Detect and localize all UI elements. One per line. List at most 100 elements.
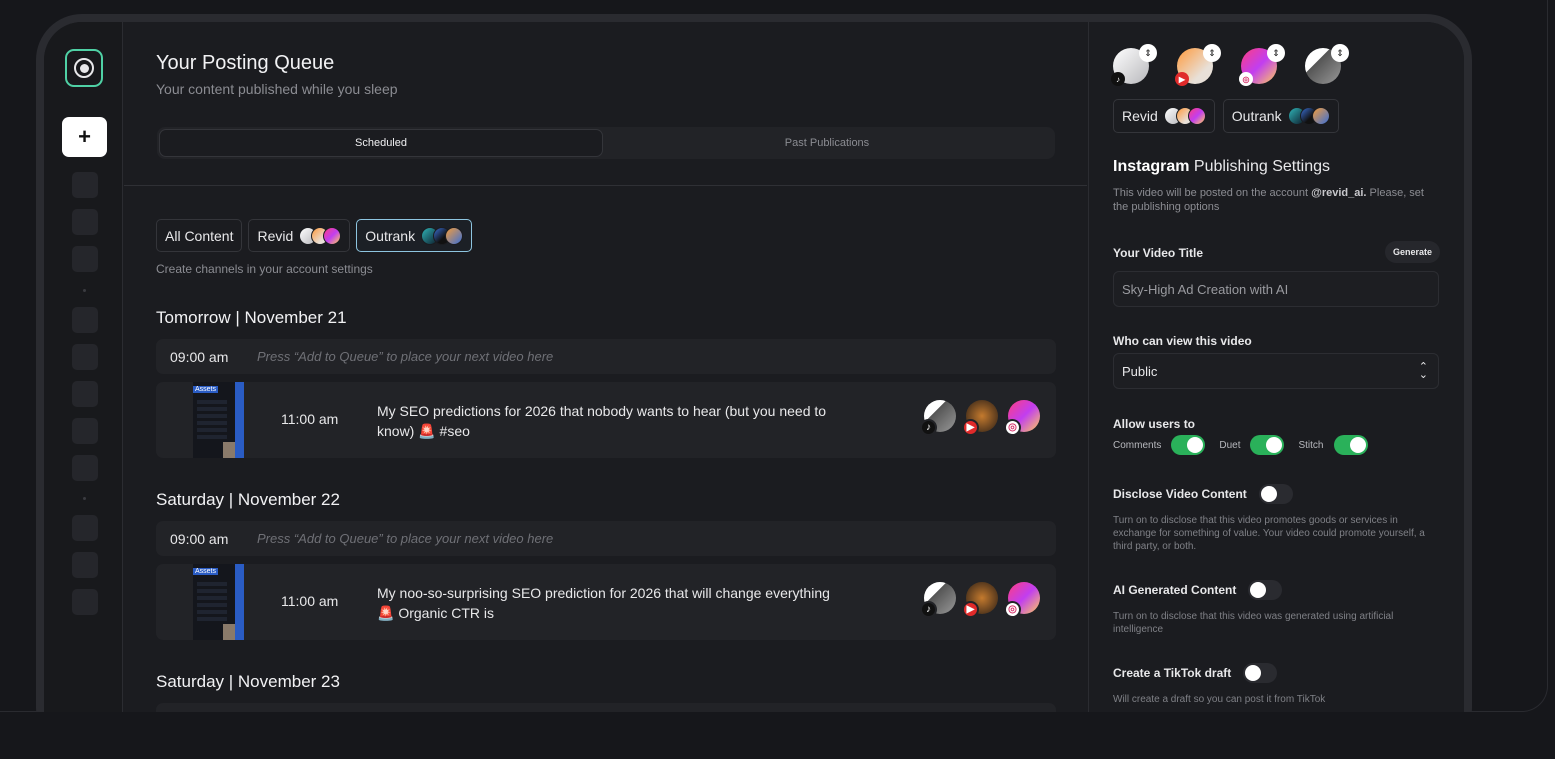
logo-icon[interactable]: [65, 49, 103, 87]
chevron-updown-icon: ⇕: [1139, 44, 1157, 62]
publishing-settings-panel: ⇕ ♪ ⇕ ▶ ⇕ ◎ ⇕ Revid Outrank Instagram Publi…: [1088, 22, 1464, 712]
account-youtube[interactable]: ⇕ ▶: [1175, 44, 1221, 86]
tiktok-draft-row: Create a TikTok draft: [1113, 663, 1291, 683]
chip-label: All Content: [165, 227, 234, 244]
account-tiktok: ♪: [920, 400, 956, 436]
app-screen: + Your Posting Queue Your content publis…: [44, 22, 1464, 712]
account-instagram[interactable]: ⇕ ◎: [1239, 44, 1285, 86]
panel-title: Instagram Publishing Settings: [1113, 158, 1330, 176]
account-other[interactable]: ⇕: [1305, 44, 1349, 86]
post-accounts: ♪ ▶ ◎: [920, 582, 1040, 618]
account-tiktok[interactable]: ⇕ ♪: [1111, 44, 1157, 86]
account-youtube: ▶: [962, 582, 998, 618]
chip-label: Outrank: [1231, 108, 1282, 124]
avatar: [323, 226, 342, 245]
sidebar-separator: [83, 289, 86, 292]
main-content: Your Posting Queue Your content publishe…: [124, 22, 1087, 712]
allow-users-label: Allow users to: [1113, 417, 1196, 431]
sidebar-item[interactable]: [72, 209, 98, 235]
post-title: My noo-so-surprising SEO prediction for …: [377, 585, 830, 621]
account-selector: ⇕ ♪ ⇕ ▶ ⇕ ◎ ⇕: [1111, 44, 1349, 86]
add-post-button[interactable]: +: [62, 117, 107, 157]
bottom-strip: [0, 712, 1555, 759]
chevron-updown-icon: ⇕: [1203, 44, 1221, 62]
sidebar-item[interactable]: [72, 455, 98, 481]
duet-toggle[interactable]: [1250, 435, 1285, 455]
channel-outrank[interactable]: Outrank: [1222, 99, 1339, 133]
sidebar-item[interactable]: [72, 552, 98, 578]
sidebar-separator: [83, 497, 86, 500]
slot-hint: Press “Add to Queue” to place your next …: [257, 349, 554, 364]
avatar-stack: [299, 226, 342, 245]
post-time: 11:00 am: [281, 411, 339, 427]
disclose-description: Turn on to disclose that this video prom…: [1113, 515, 1425, 552]
thumb-tag: Assets: [193, 386, 219, 393]
empty-slot[interactable]: 09:00 am Press “Add to Queue” to place y…: [156, 521, 1056, 556]
sidebar-item[interactable]: [72, 246, 98, 272]
slot-time: 09:00 am: [170, 348, 229, 365]
instagram-icon: ◎: [1239, 72, 1253, 86]
disclose-label: Disclose Video Content: [1113, 487, 1247, 501]
avatar-stack: [421, 226, 464, 245]
tab-past-publications[interactable]: Past Publications: [605, 129, 1049, 157]
ai-generated-toggle[interactable]: [1248, 580, 1283, 600]
filter-all-content[interactable]: All Content: [156, 219, 243, 252]
chip-label: Outrank: [365, 227, 416, 244]
thumb-tag: Assets: [193, 568, 219, 575]
tiktok-draft-toggle[interactable]: [1243, 663, 1278, 683]
post-thumbnail: Assets: [193, 382, 244, 458]
channel-revid[interactable]: Revid: [1113, 99, 1215, 133]
filter-revid[interactable]: Revid: [248, 219, 351, 252]
panel-title-rest: Publishing Settings: [1189, 158, 1330, 175]
chip-label: Revid: [1122, 108, 1158, 124]
chevron-updown-icon: ⌃ ⌄: [1418, 361, 1428, 381]
video-title-label: Your Video Title: [1113, 246, 1204, 260]
stitch-toggle[interactable]: [1333, 435, 1368, 455]
stitch-label: Stitch: [1298, 439, 1324, 451]
ai-generated-row: AI Generated Content: [1113, 580, 1296, 600]
disclose-toggle[interactable]: [1258, 484, 1293, 504]
sidebar-item[interactable]: [72, 418, 98, 444]
chip-label: Revid: [257, 227, 294, 244]
generate-button[interactable]: Generate: [1384, 241, 1440, 263]
tab-scheduled[interactable]: Scheduled: [159, 129, 603, 157]
video-title-input[interactable]: Sky-High Ad Creation with AI: [1113, 271, 1439, 307]
sidebar-item[interactable]: [72, 515, 98, 541]
sidebar-item[interactable]: [72, 344, 98, 370]
channels-note: Create channels in your account settings: [156, 262, 373, 276]
scheduled-post[interactable]: Assets 11:00 am My noo-so-surprising SEO…: [156, 564, 1056, 640]
channel-chips: Revid Outrank: [1113, 99, 1339, 133]
instagram-icon: ◎: [1004, 419, 1021, 436]
comments-toggle[interactable]: [1171, 435, 1206, 455]
plus-icon: +: [78, 124, 91, 149]
post-time: 11:00 am: [281, 593, 339, 609]
filter-outrank[interactable]: Outrank: [356, 219, 473, 252]
tiktok-draft-label: Create a TikTok draft: [1113, 666, 1232, 680]
sidebar: +: [44, 22, 123, 712]
page-title: Your Posting Queue: [156, 52, 335, 74]
day-heading: Saturday | November 22: [156, 490, 340, 509]
day-heading: Saturday | November 23: [156, 672, 340, 691]
day-heading: Tomorrow | November 21: [156, 308, 347, 327]
who-can-view-label: Who can view this video: [1113, 334, 1252, 348]
page-subtitle: Your content published while you sleep: [156, 81, 398, 97]
sidebar-item[interactable]: [72, 381, 98, 407]
allow-toggles: Comments Duet Stitch: [1113, 435, 1382, 455]
account-instagram: ◎: [1004, 582, 1040, 618]
channel-filter: All Content Revid Outrank: [156, 219, 473, 252]
avatar: [445, 226, 464, 245]
sidebar-item[interactable]: [72, 307, 98, 333]
sidebar-item[interactable]: [72, 589, 98, 615]
scheduled-post[interactable]: Assets 11:00 am My SEO predictions for 2…: [156, 382, 1056, 458]
empty-slot[interactable]: 09:00 am Press “Add to Queue” to place y…: [156, 339, 1056, 374]
comments-label: Comments: [1113, 439, 1162, 451]
divider: [124, 185, 1087, 186]
ai-generated-description: Turn on to disclose that this video was …: [1113, 611, 1394, 635]
account-instagram: ◎: [1004, 400, 1040, 436]
device-frame: + Your Posting Queue Your content publis…: [36, 14, 1472, 754]
visibility-select[interactable]: Public ⌃ ⌄: [1113, 353, 1439, 389]
slot-hint: Press “Add to Queue” to place your next …: [257, 531, 554, 546]
sidebar-item[interactable]: [72, 172, 98, 198]
visibility-value: Public: [1122, 363, 1158, 379]
empty-slot[interactable]: [156, 703, 1056, 712]
